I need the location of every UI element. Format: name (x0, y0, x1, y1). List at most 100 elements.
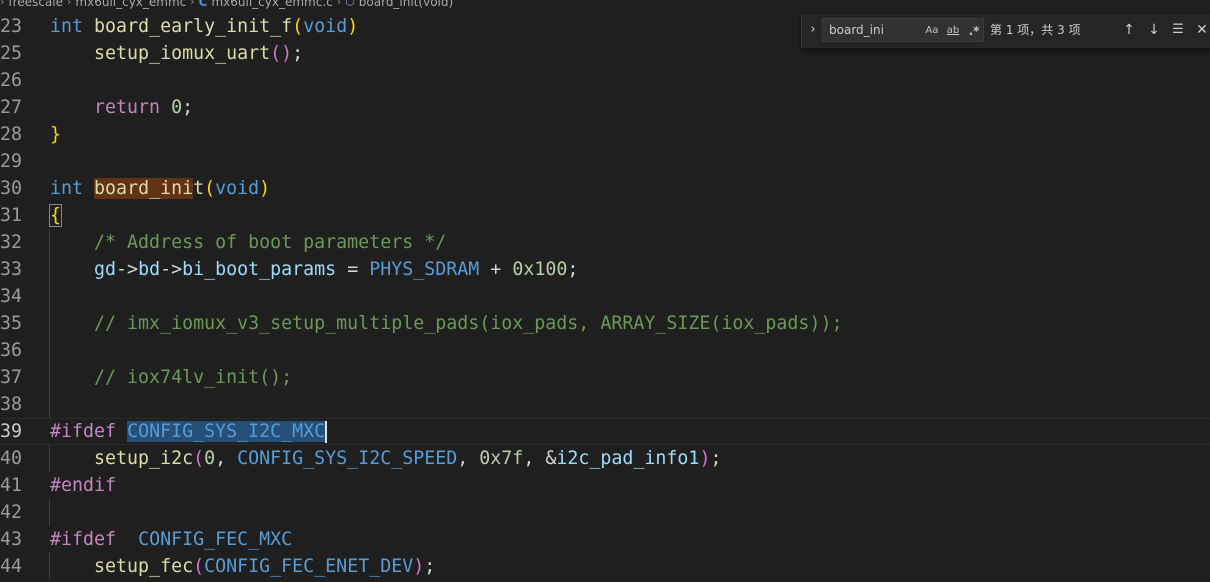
code-line[interactable]: 40 setup_i2c(0, CONFIG_SYS_I2C_SPEED, 0x… (0, 445, 1210, 472)
indent-guide (49, 283, 50, 310)
code-token: 0 (204, 448, 216, 469)
code-token: ; (710, 448, 722, 469)
code-line[interactable]: 28} (0, 121, 1210, 148)
text-cursor (325, 421, 328, 443)
match-whole-word-icon[interactable]: ab (943, 22, 963, 40)
code-token: ) (699, 448, 711, 469)
toggle-replace-chevron-icon[interactable]: › (806, 20, 820, 40)
breadcrumb-item-symbol[interactable]: board_init(void) (359, 0, 453, 8)
code-token: ; (567, 259, 579, 280)
code-line[interactable]: 38 (0, 391, 1210, 418)
code-token: // iox74lv_init(); (94, 367, 293, 388)
code-text: } (50, 121, 61, 148)
code-line[interactable]: 32 /* Address of boot parameters */ (0, 229, 1210, 256)
code-line[interactable]: 27 return 0; (0, 94, 1210, 121)
code-token: // imx_iomux_v3_setup_multiple_pads(iox_… (94, 313, 843, 334)
code-line[interactable]: 36 (0, 337, 1210, 364)
code-token: #endif (50, 475, 117, 496)
find-input[interactable] (829, 22, 919, 38)
code-line[interactable]: 35 // imx_iomux_v3_setup_multiple_pads(i… (0, 310, 1210, 337)
line-number: 33 (0, 259, 23, 280)
line-number: 27 (0, 97, 23, 118)
code-token: i2c_pad_info1 (556, 448, 700, 469)
breadcrumb-item-file[interactable]: mx6ull_cyx_emmc.c (211, 0, 332, 8)
chevron-right-icon: › (0, 0, 5, 8)
code-token: gd (94, 259, 117, 280)
code-editor[interactable]: › freescale › mx6ull_cyx_emmc › C mx6ull… (0, 0, 1210, 582)
code-text: setup_i2c(0, CONFIG_SYS_I2C_SPEED, 0x7f,… (50, 445, 721, 472)
code-line[interactable]: 31 { (0, 202, 1210, 229)
code-token: ; (424, 556, 436, 577)
line-number: 25 (0, 43, 23, 64)
code-token: int (50, 16, 84, 37)
find-input-box: Aa ab .* (822, 18, 984, 42)
breadcrumb-item-subfolder[interactable]: mx6ull_cyx_emmc (75, 0, 186, 8)
code-token: void (215, 178, 260, 199)
find-in-selection-icon[interactable]: ☰ (1169, 21, 1187, 39)
code-text: gd->bd->bi_boot_params = PHYS_SDRAM + 0x… (50, 256, 578, 283)
code-token: 0 (171, 97, 183, 118)
code-token: CONFIG_FEC_ENET_DEV (204, 556, 414, 577)
code-line[interactable]: 33 gd->bd->bi_boot_params = PHYS_SDRAM +… (0, 256, 1210, 283)
indent-guide (49, 337, 50, 364)
match-case-icon[interactable]: Aa (923, 22, 941, 40)
indent-guide (49, 391, 50, 418)
code-line[interactable]: 34 (0, 283, 1210, 310)
code-line[interactable]: 30 int board_init(void) (0, 175, 1210, 202)
chevron-right-icon: › (190, 0, 195, 8)
code-line[interactable]: 29 (0, 148, 1210, 175)
breadcrumb-item-folder[interactable]: freescale (8, 0, 63, 8)
code-line[interactable]: 37 // iox74lv_init(); (0, 364, 1210, 391)
chevron-right-icon: › (67, 0, 72, 8)
line-number: 39 (0, 421, 23, 442)
code-line[interactable]: 41 #endif (0, 472, 1210, 499)
code-area[interactable]: 23 int board_early_init_f(void) 25 setup_i… (0, 13, 1210, 580)
code-line[interactable]: 42 (0, 499, 1210, 526)
previous-match-arrow-up-icon[interactable]: ↑ (1120, 21, 1138, 39)
indent-guide (49, 499, 50, 526)
line-number: 36 (0, 340, 23, 361)
code-text: // iox74lv_init(); (50, 364, 292, 391)
code-text: int board_init(void) (50, 175, 270, 202)
code-token: int (50, 178, 84, 199)
code-token: = (336, 259, 370, 280)
method-cube-icon: ⬡ (345, 0, 355, 8)
code-text: { (48, 202, 63, 229)
code-token: setup_iomux_uart (94, 43, 271, 64)
code-token: #ifdef (50, 529, 117, 550)
code-token: setup_fec (94, 556, 194, 577)
code-token: /* Address of boot parameters */ (94, 232, 447, 253)
code-line[interactable]: 39 #ifdef CONFIG_SYS_I2C_MXC (0, 418, 1210, 445)
code-line[interactable]: 26 (0, 67, 1210, 94)
code-token: } (50, 124, 62, 145)
code-line[interactable]: 43 #ifdef CONFIG_FEC_MXC (0, 526, 1210, 553)
code-token: CONFIG_SYS_I2C_SPEED (237, 448, 458, 469)
code-token: ( (292, 16, 304, 37)
line-number: 26 (0, 70, 23, 91)
line-number: 42 (0, 502, 23, 523)
code-token: + (479, 259, 513, 280)
code-text: #endif (50, 472, 116, 499)
regex-icon[interactable]: .* (965, 22, 983, 40)
line-number: 38 (0, 394, 23, 415)
code-token: ( (193, 448, 205, 469)
c-file-icon: C (198, 0, 208, 9)
code-token: -> (116, 259, 139, 280)
next-match-arrow-down-icon[interactable]: ↓ (1145, 21, 1163, 39)
code-token: , (215, 448, 238, 469)
code-token: () (270, 43, 293, 64)
code-text: setup_fec(CONFIG_FEC_ENET_DEV); (50, 553, 435, 580)
code-token: board_ini (94, 178, 194, 199)
close-icon[interactable]: ✕ (1193, 21, 1210, 39)
code-line[interactable]: 44 setup_fec(CONFIG_FEC_ENET_DEV); (0, 553, 1210, 580)
code-token: t (193, 178, 205, 199)
code-token: PHYS_SDRAM (369, 259, 480, 280)
